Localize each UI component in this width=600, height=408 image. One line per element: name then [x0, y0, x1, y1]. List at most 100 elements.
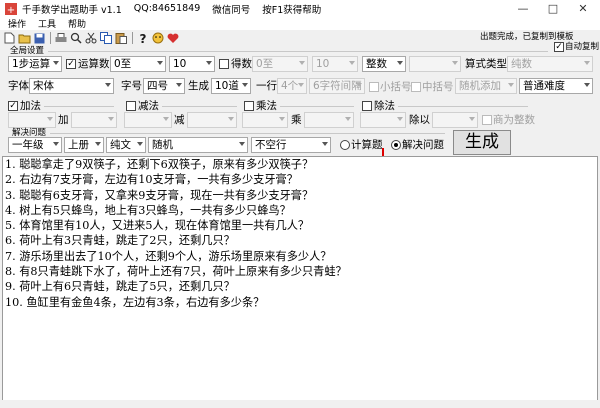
print-icon[interactable]	[54, 32, 68, 45]
order-select[interactable]: 随机	[148, 137, 248, 153]
menu-tools[interactable]: 工具	[38, 17, 56, 30]
font-select[interactable]: 宋体	[29, 78, 114, 94]
chevron-down-icon	[53, 142, 59, 146]
addition-label: 加法	[20, 100, 41, 112]
auto-copy-label: 自动复制	[565, 42, 600, 52]
addition-checkbox[interactable]: ✓	[8, 101, 18, 111]
close-button[interactable]: ✕	[568, 0, 598, 17]
random-add-value: 随机添加	[459, 80, 501, 92]
chevron-down-icon	[279, 117, 285, 121]
steps-value: 1步运算	[12, 58, 51, 70]
multiplication-left-select[interactable]	[242, 112, 288, 128]
chevron-down-icon	[137, 142, 143, 146]
multiplication-label: 乘法	[256, 100, 277, 112]
volume-value: 上册	[68, 139, 89, 151]
section-divider	[280, 106, 354, 107]
integer-quotient-checkbox[interactable]	[482, 115, 492, 125]
paste-icon[interactable]	[114, 32, 128, 45]
subtraction-checkbox[interactable]	[126, 101, 136, 111]
help-icon[interactable]: ?	[136, 32, 150, 45]
spacing-select[interactable]: 6字符间隔	[309, 78, 365, 94]
mid-bracket-checkbox[interactable]	[411, 82, 421, 92]
result-from-select[interactable]: 0至	[252, 56, 308, 72]
search-icon[interactable]	[69, 32, 83, 45]
number-type-select[interactable]: 整数	[362, 56, 406, 72]
open-folder-icon[interactable]	[17, 32, 31, 45]
difficulty-select[interactable]: 普通难度	[519, 78, 593, 94]
font-value: 宋体	[33, 80, 54, 92]
chevron-down-icon	[349, 61, 355, 65]
generate-count-select[interactable]: 10道	[211, 78, 251, 94]
chevron-down-icon	[176, 83, 182, 87]
chevron-down-icon	[242, 83, 248, 87]
volume-select[interactable]: 上册	[64, 137, 104, 153]
horizontal-scrollbar[interactable]	[2, 400, 598, 408]
style-select[interactable]: 纯文	[106, 137, 146, 153]
size-label: 字号	[121, 80, 142, 92]
generate-button[interactable]: 生成	[453, 130, 511, 155]
chevron-down-icon	[508, 83, 514, 87]
multiplication-checkbox[interactable]	[244, 101, 254, 111]
random-add-select[interactable]: 随机添加	[455, 78, 517, 94]
division-right-select[interactable]	[432, 112, 478, 128]
multiplication-right-select[interactable]	[304, 112, 354, 128]
qq-number: QQ:84651849	[133, 3, 201, 14]
range-from-select[interactable]: 0至	[110, 56, 166, 72]
output-textarea[interactable]: 1. 聪聪拿走了9双筷子，还剩下6双筷子，原来有多少双筷子？ 2. 右边有7支牙…	[2, 156, 598, 403]
subtraction-left-select[interactable]	[124, 112, 172, 128]
chevron-down-icon	[584, 61, 590, 65]
chevron-down-icon	[397, 117, 403, 121]
small-bracket-checkbox[interactable]	[369, 82, 379, 92]
calc-label: 计算题	[351, 139, 383, 151]
size-select[interactable]: 四号	[143, 78, 185, 94]
section-divider	[44, 106, 114, 107]
division-checkbox[interactable]	[362, 101, 372, 111]
chevron-down-icon	[298, 83, 304, 87]
difficulty-value: 普通难度	[523, 80, 565, 92]
menu-operate[interactable]: 操作	[8, 17, 26, 30]
per-line-label: 一行	[256, 80, 277, 92]
auto-copy-checkbox[interactable]: ✓	[554, 42, 564, 52]
operand-count-label: 运算数	[78, 58, 110, 70]
face-icon[interactable]	[151, 32, 165, 45]
range-from-value: 0至	[114, 58, 132, 70]
result-to-select[interactable]: 10	[312, 56, 358, 72]
copy-icon[interactable]	[99, 32, 113, 45]
subtraction-label: 减法	[138, 100, 159, 112]
problem-line: 7. 游乐场里出去了10个人，还剩9个人，游乐场里原来有多少人？	[5, 249, 332, 263]
maximize-button[interactable]: □	[538, 0, 568, 17]
formula-type-select[interactable]: 纯数	[507, 56, 593, 72]
calc-radio[interactable]	[340, 140, 350, 150]
operand-count-checkbox[interactable]: ✓	[66, 59, 76, 69]
extra-option-select[interactable]	[409, 56, 461, 72]
save-icon[interactable]	[32, 32, 46, 45]
addition-right-select[interactable]	[71, 112, 117, 128]
problem-line: 3. 聪聪有6支牙膏，又拿来9支牙膏，现在一共有多少支牙膏？	[5, 188, 314, 202]
chevron-down-icon	[299, 61, 305, 65]
cut-icon[interactable]	[84, 32, 98, 45]
mid-bracket-label: 中括号	[422, 81, 454, 93]
problem-line: 9. 荷叶上有6只青蛙，跳走了5只，还剩几只？	[5, 280, 235, 294]
new-file-icon[interactable]	[2, 32, 16, 45]
range-to-select[interactable]: 10	[169, 56, 215, 72]
app-icon: +	[5, 2, 17, 16]
style-value: 纯文	[110, 139, 131, 151]
result-to-value: 10	[316, 58, 330, 70]
line-mode-select[interactable]: 不空行	[251, 137, 331, 153]
division-left-select[interactable]	[360, 112, 406, 128]
subtraction-right-select[interactable]	[187, 112, 237, 128]
grade-value: 一年级	[12, 139, 44, 151]
result-checkbox[interactable]	[219, 59, 229, 69]
svg-text:?: ?	[140, 32, 147, 44]
solve-radio[interactable]	[391, 140, 401, 150]
heart-icon[interactable]	[166, 32, 180, 45]
steps-select[interactable]: 1步运算	[8, 56, 62, 72]
problem-line: 2. 右边有7支牙膏，左边有10支牙膏，一共有多少支牙膏？	[5, 173, 298, 187]
per-line-select[interactable]: 4个	[277, 78, 307, 94]
generate-count-value: 10道	[215, 80, 239, 92]
grade-select[interactable]: 一年级	[8, 137, 62, 153]
menu-help[interactable]: 帮助	[68, 17, 86, 30]
minimize-button[interactable]: —	[508, 0, 538, 17]
font-label: 字体	[8, 80, 29, 92]
chevron-down-icon	[228, 117, 234, 121]
